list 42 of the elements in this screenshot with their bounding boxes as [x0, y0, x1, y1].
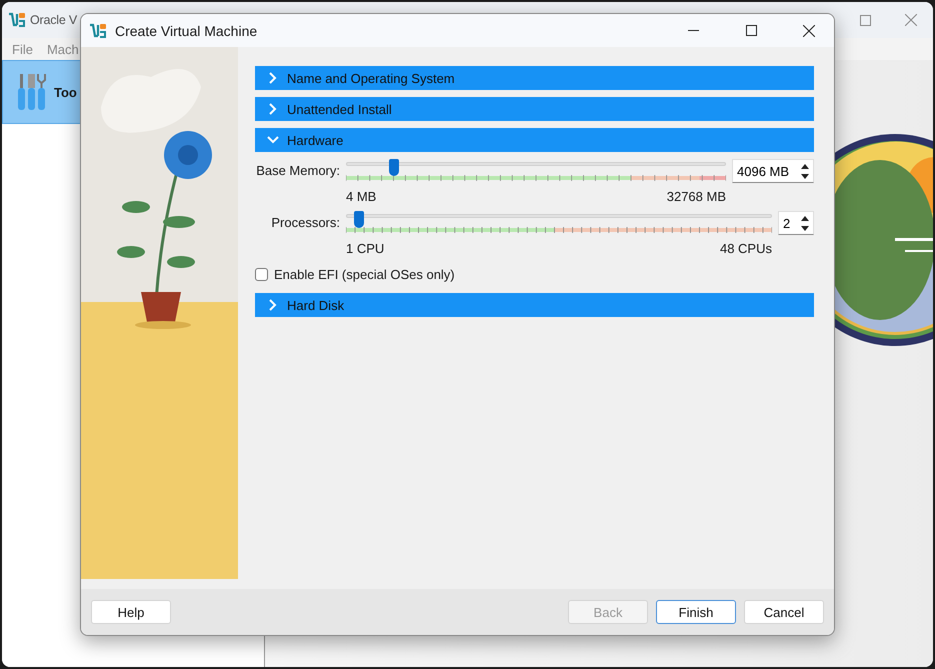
- chevron-right-icon: [267, 299, 279, 311]
- range-max-label: 32768 MB: [666, 189, 726, 204]
- field-label: Base Memory:: [255, 162, 340, 178]
- maximize-icon: [746, 25, 756, 36]
- section-header[interactable]: Hard Disk: [255, 293, 814, 317]
- chevron-right-icon: [267, 72, 279, 84]
- tools-icon: [16, 72, 48, 112]
- maximize-icon[interactable]: [860, 14, 871, 26]
- slider-track[interactable]: [346, 211, 772, 225]
- chevron-right-icon: [267, 103, 279, 115]
- down-arrow-icon: [801, 174, 809, 178]
- app-logo-icon: [8, 11, 26, 29]
- minimize-icon: [688, 30, 698, 32]
- value-field[interactable]: 4096 MB: [733, 160, 797, 182]
- close-icon[interactable]: [905, 14, 917, 26]
- section-header[interactable]: Unattended Install: [255, 97, 814, 121]
- spin-box[interactable]: 2: [778, 211, 814, 235]
- checkbox[interactable]: [255, 268, 268, 281]
- slider-track[interactable]: [346, 159, 726, 173]
- close-icon: [803, 24, 815, 36]
- section-header[interactable]: Hardware: [255, 128, 814, 152]
- range-min-label: 1 CPU: [346, 241, 384, 256]
- spin-box[interactable]: 4096 MB: [732, 159, 814, 183]
- slider-thumb[interactable]: [354, 211, 364, 228]
- dialog-button[interactable]: Cancel: [744, 600, 824, 624]
- dialog-title: Create Virtual Machine: [115, 22, 258, 38]
- range-max-label: 48 CPUs: [720, 241, 772, 256]
- up-arrow-icon: [801, 164, 809, 168]
- slider-thumb[interactable]: [388, 159, 398, 176]
- checkbox-label: Enable EFI (special OSes only): [274, 267, 455, 282]
- field-label: Processors:: [270, 214, 340, 230]
- up-arrow-icon: [801, 216, 809, 220]
- dialog-button[interactable]: Finish: [656, 600, 736, 624]
- app-logo-icon: [89, 22, 107, 40]
- dialog-button[interactable]: Help: [91, 600, 171, 624]
- chevron-down-icon: [267, 134, 279, 146]
- window-title: Oracle V: [30, 13, 78, 27]
- tools-label: Too: [54, 84, 77, 100]
- section-header[interactable]: Name and Operating System: [255, 66, 814, 90]
- value-field[interactable]: 2: [779, 212, 797, 234]
- range-min-label: 4 MB: [346, 189, 376, 204]
- down-arrow-icon: [801, 226, 809, 230]
